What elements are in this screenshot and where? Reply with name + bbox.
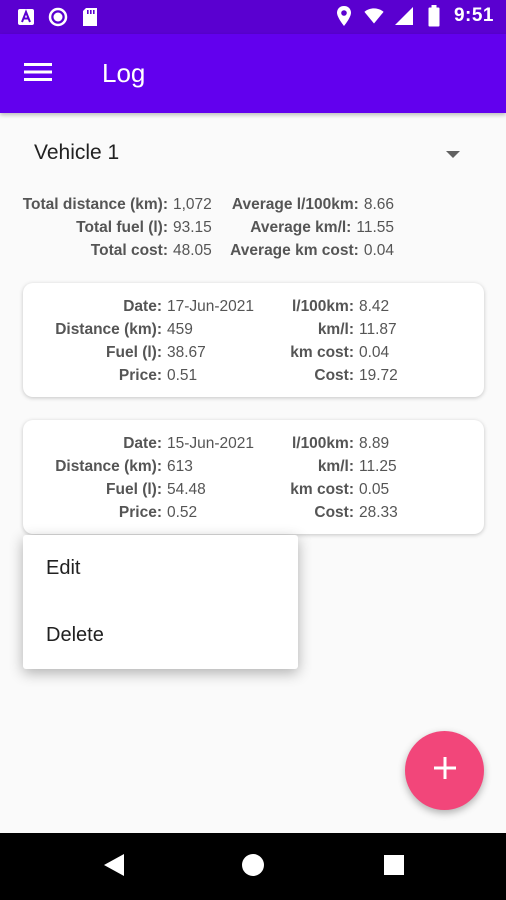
location-icon	[334, 6, 354, 26]
system-nav-bar	[0, 833, 506, 900]
home-button[interactable]	[239, 853, 267, 881]
total-fuel: Total fuel (l): 93.15	[76, 219, 212, 236]
sd-card-icon	[80, 7, 100, 27]
status-bar: 9:51	[0, 0, 506, 34]
log-entry-card[interactable]: Date: 15-Jun-2021 Distance (km): 613 Fuel …	[23, 420, 484, 534]
log-entry-card[interactable]: Date: 17-Jun-2021 Distance (km): 459 Fuel …	[23, 283, 484, 397]
recents-button[interactable]	[380, 853, 408, 881]
hamburger-icon	[24, 62, 52, 87]
context-menu: Edit Delete	[23, 535, 298, 669]
recents-icon	[383, 854, 405, 881]
dropdown-arrow-icon	[446, 146, 460, 164]
menu-button[interactable]	[18, 54, 58, 94]
average-l100km: Average l/100km: 8.66	[231, 196, 394, 213]
back-button[interactable]	[100, 853, 128, 881]
page-title: Log	[102, 58, 146, 88]
menu-item-edit[interactable]: Edit	[23, 535, 298, 602]
circle-icon	[48, 7, 68, 27]
battery-icon	[424, 5, 444, 27]
app-bar: Log	[0, 34, 506, 113]
menu-item-delete[interactable]: Delete	[23, 602, 298, 669]
add-entry-button[interactable]	[405, 731, 484, 810]
average-kml: Average km/l: 11.55	[250, 219, 394, 236]
back-icon	[103, 853, 125, 882]
a-badge-icon	[16, 7, 36, 27]
status-time: 9:51	[453, 5, 494, 26]
average-km-cost: Average km cost: 0.04	[230, 242, 394, 259]
vehicle-dropdown[interactable]: Vehicle 1	[24, 132, 474, 176]
signal-icon	[394, 6, 414, 26]
vehicle-selected-value: Vehicle 1	[34, 141, 120, 164]
home-icon	[241, 853, 265, 882]
total-cost: Total cost: 48.05	[90, 242, 212, 259]
total-distance: Total distance (km): 1,072	[22, 196, 212, 213]
plus-icon	[433, 757, 456, 784]
wifi-icon	[364, 6, 384, 26]
